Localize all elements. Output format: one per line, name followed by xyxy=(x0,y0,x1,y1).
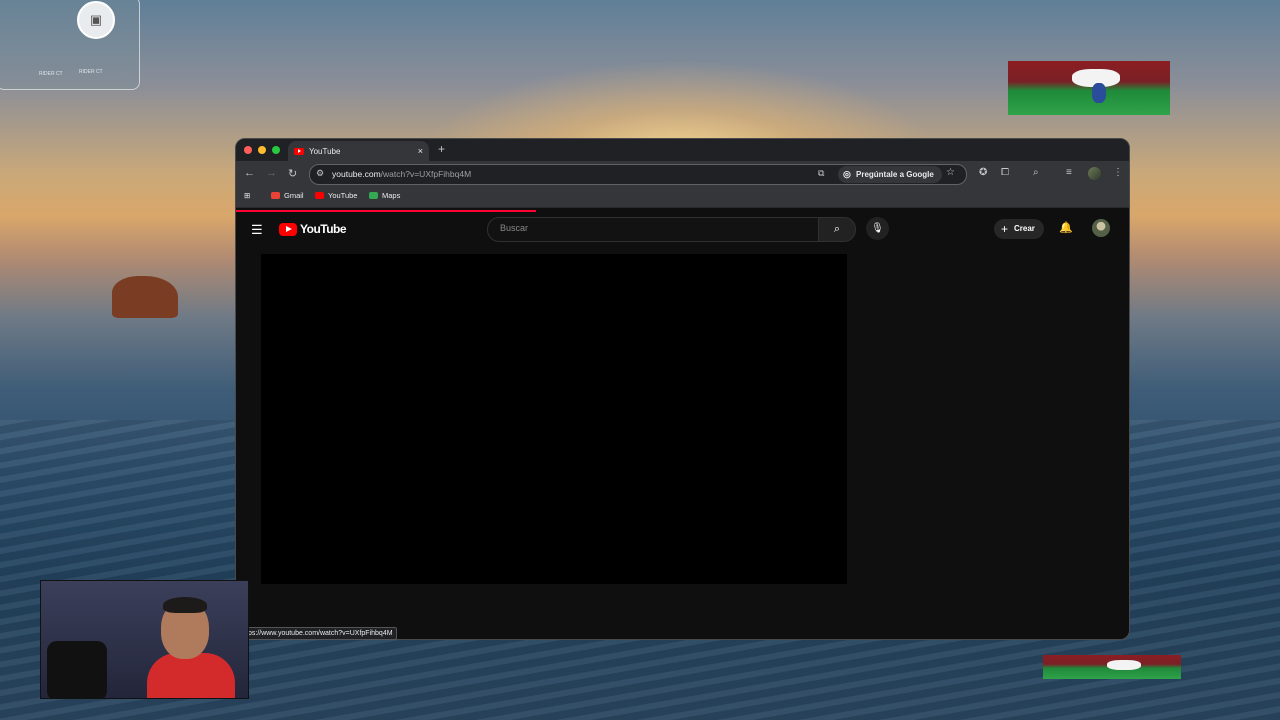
google-lens-icon: ◎ xyxy=(843,169,851,179)
search-icon: ⌕ xyxy=(833,223,841,235)
bookmark-gmail[interactable]: Gmail xyxy=(271,191,304,200)
bookmarks-bar: ⊞ Gmail YouTube Maps xyxy=(236,187,1129,208)
person-hair xyxy=(163,597,207,613)
install-app-icon[interactable]: ⧉ xyxy=(818,168,824,179)
address-bar[interactable]: ⚙ youtube.com/watch?v=UXfpFihbq4M ⧉ ◎ Pre… xyxy=(309,164,967,185)
reading-list-icon[interactable]: ≡ xyxy=(1066,167,1072,178)
youtube-page: ☰ YouTube ⌕ 🎙 +Crear 🔔 xyxy=(236,212,1129,639)
guide-menu-icon[interactable]: ☰ xyxy=(251,222,263,238)
bookmark-maps[interactable]: Maps xyxy=(369,191,400,200)
tab-strip: YouTube × + xyxy=(236,139,1129,161)
search-input[interactable] xyxy=(498,222,802,234)
new-tab-button[interactable]: + xyxy=(438,142,445,156)
maps-icon xyxy=(369,192,378,199)
youtube-icon xyxy=(315,192,324,199)
extensions-puzzle-icon[interactable]: ⧠ xyxy=(1001,167,1009,178)
bookmark-star-icon[interactable]: ☆ xyxy=(946,167,955,178)
location-pin-icon: ▣ xyxy=(77,1,115,39)
close-tab-icon[interactable]: × xyxy=(418,146,423,156)
player-figure xyxy=(1107,660,1141,670)
person-shirt xyxy=(147,653,235,698)
minimize-window-button[interactable] xyxy=(258,146,266,154)
forward-icon[interactable]: → xyxy=(266,167,277,179)
sea-stack-rock xyxy=(112,276,178,318)
youtube-logo[interactable]: YouTube xyxy=(279,222,347,236)
tab-search-icon[interactable]: ⌕ xyxy=(1033,167,1039,178)
back-icon[interactable]: ← xyxy=(244,167,255,179)
map-road-label: RIDER CT xyxy=(39,71,63,77)
youtube-header: ☰ YouTube ⌕ 🎙 +Crear 🔔 xyxy=(236,212,1129,246)
webcam-overlay xyxy=(40,580,249,699)
youtube-wordmark: YouTube xyxy=(300,222,347,236)
site-settings-icon[interactable]: ⚙ xyxy=(316,168,324,179)
browser-toolbar: ← → ↻ ⚙ youtube.com/watch?v=UXfpFihbq4M … xyxy=(236,161,1129,187)
account-avatar[interactable] xyxy=(1092,219,1110,237)
map-road-label: RIDER CT xyxy=(79,69,103,75)
floating-video-thumbnail[interactable] xyxy=(1043,655,1181,679)
floating-video-thumbnail[interactable] xyxy=(1008,61,1170,115)
zoom-window-button[interactable] xyxy=(272,146,280,154)
ask-google-button[interactable]: ◎ Pregúntale a Google xyxy=(838,166,942,183)
notifications-bell-icon[interactable]: 🔔 xyxy=(1059,221,1073,234)
close-window-button[interactable] xyxy=(244,146,252,154)
address-url[interactable]: youtube.com/watch?v=UXfpFihbq4M xyxy=(332,169,471,179)
extension-icon[interactable]: ✪ xyxy=(979,167,987,178)
plus-icon: + xyxy=(1001,222,1009,236)
gmail-icon xyxy=(271,192,280,199)
more-menu-icon[interactable]: ⋮ xyxy=(1113,167,1123,178)
search-box xyxy=(487,217,820,242)
youtube-favicon-icon xyxy=(294,147,304,155)
reload-icon[interactable]: ↻ xyxy=(288,167,297,180)
link-status-bubble: ps://www.youtube.com/watch?v=UXfpFihbq4M xyxy=(244,627,397,640)
bookmark-youtube[interactable]: YouTube xyxy=(315,191,357,200)
apps-grid-icon[interactable]: ⊞ xyxy=(244,191,250,200)
map-widget[interactable]: ▣ RIDER CT RIDER CT xyxy=(0,0,140,90)
voice-search-button[interactable]: 🎙 xyxy=(866,217,889,240)
tab-youtube[interactable]: YouTube × xyxy=(288,141,429,161)
profile-avatar[interactable] xyxy=(1088,167,1101,180)
background-chair xyxy=(47,641,107,698)
window-controls xyxy=(244,146,280,154)
video-player[interactable] xyxy=(261,254,847,584)
create-button[interactable]: + Crear xyxy=(994,219,1044,239)
microphone-icon: 🎙 xyxy=(871,223,884,234)
search-button[interactable]: ⌕ xyxy=(818,217,856,242)
youtube-play-logo-icon xyxy=(279,222,297,236)
browser-window: YouTube × + ← → ↻ ⚙ youtube.com/watch?v=… xyxy=(235,138,1130,640)
player-figure xyxy=(1092,83,1106,103)
tab-title: YouTube xyxy=(309,146,341,156)
